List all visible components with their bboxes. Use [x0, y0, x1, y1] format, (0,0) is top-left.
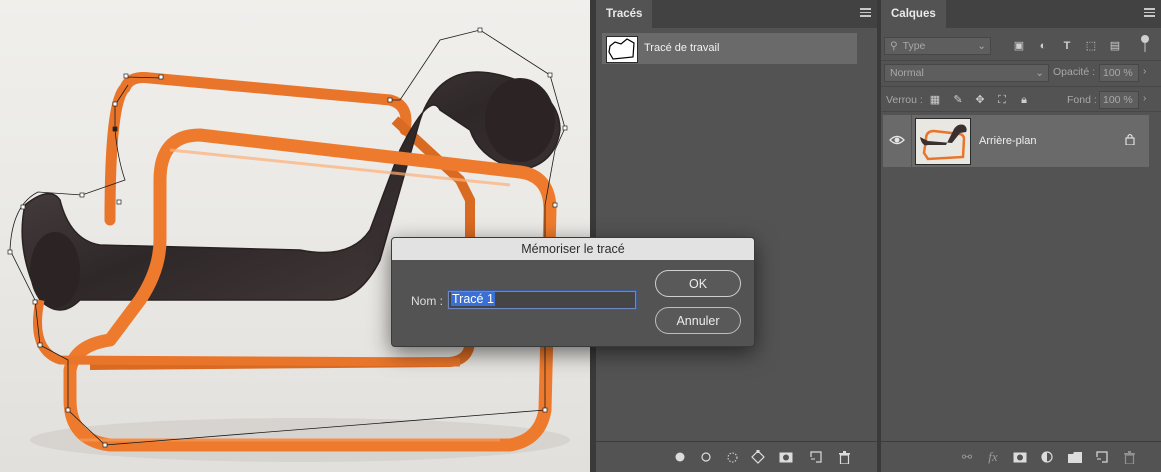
filter-type-layer-icon[interactable]: T — [1061, 40, 1073, 52]
lock-all-icon[interactable]: 🔒︎ — [1018, 94, 1030, 106]
link-icon[interactable]: ⚯ — [959, 449, 975, 465]
chair-image — [7, 27, 570, 462]
name-label: Nom : — [411, 294, 444, 308]
chevron-down-icon: ⌄ — [977, 40, 986, 52]
path-thumbnail — [606, 36, 638, 63]
lock-position-icon[interactable]: ✥ — [974, 94, 986, 106]
add-mask-icon[interactable] — [778, 449, 794, 465]
adjustment-icon[interactable] — [1039, 449, 1055, 465]
lock-image-pixels-icon[interactable]: ✎ — [952, 94, 964, 106]
filter-type-label: Type — [902, 40, 926, 52]
visibility-eye-icon[interactable] — [889, 134, 905, 146]
document-canvas[interactable] — [0, 0, 590, 472]
opacity-chevron-icon[interactable]: › — [1143, 66, 1146, 77]
layer-lock-icon — [1125, 133, 1135, 148]
save-path-dialog: Mémoriser le tracé Nom : Tracé 1 OK Annu… — [391, 237, 755, 347]
filter-shape-icon[interactable]: ⬚ — [1085, 40, 1097, 52]
paths-panel-menu-icon[interactable] — [860, 8, 871, 19]
filter-toggle-icon[interactable] — [1141, 35, 1149, 43]
fill-value: 100 % — [1103, 94, 1133, 106]
opacity-label: Opacité : — [1053, 66, 1096, 78]
filter-adjustment-icon[interactable]: ◐ — [1037, 40, 1049, 52]
mask-icon[interactable] — [1012, 449, 1028, 465]
fx-icon[interactable]: fx — [985, 449, 1001, 465]
dialog-title: Mémoriser le tracé — [392, 238, 754, 260]
group-folder-icon[interactable] — [1067, 449, 1083, 465]
lock-label: Verrou : — [886, 94, 923, 106]
delete-path-icon[interactable] — [836, 449, 852, 465]
fill-path-icon[interactable] — [672, 449, 688, 465]
paths-bottom-bar — [596, 441, 877, 472]
blend-mode-label: Normal — [890, 67, 924, 79]
lock-artboard-icon[interactable]: ⛶ — [996, 94, 1008, 106]
load-selection-icon[interactable] — [724, 449, 740, 465]
cancel-button[interactable]: Annuler — [655, 307, 741, 334]
opacity-field[interactable]: 100 % — [1099, 64, 1139, 82]
path-name-input[interactable]: Tracé 1 — [448, 291, 636, 309]
blend-mode-select[interactable]: Normal ⌄ — [884, 64, 1049, 82]
new-layer-icon[interactable] — [1094, 449, 1110, 465]
layers-tab-bar: Calques — [881, 0, 1161, 28]
path-name-value: Tracé 1 — [451, 292, 495, 306]
make-work-path-icon[interactable] — [750, 449, 766, 465]
filter-type-select[interactable]: ⚲ Type ⌄ — [884, 37, 991, 55]
tab-paths[interactable]: Tracés — [596, 0, 653, 28]
paths-panel: Tracés Tracé de travail — [596, 0, 877, 472]
layers-panel: Calques ⚲ Type ⌄ ▣ ◐ T ⬚ ▤ Normal ⌄ Opac… — [881, 0, 1161, 472]
layer-thumbnail — [915, 118, 971, 165]
trash-icon[interactable] — [1121, 449, 1137, 465]
tab-layers[interactable]: Calques — [881, 0, 946, 28]
layers-bottom-bar: ⚯ fx — [881, 441, 1161, 472]
fill-field[interactable]: 100 % — [1099, 91, 1139, 109]
lock-transparent-pixels-icon[interactable]: ▦ — [929, 94, 941, 106]
layers-panel-menu-icon[interactable] — [1144, 8, 1155, 19]
path-item-work-path[interactable]: Tracé de travail — [602, 33, 857, 64]
filter-pixel-icon[interactable]: ▣ — [1013, 40, 1025, 52]
filter-toggle-track — [1144, 43, 1146, 52]
ok-button[interactable]: OK — [655, 270, 741, 297]
stroke-path-icon[interactable] — [698, 449, 714, 465]
opacity-value: 100 % — [1103, 67, 1133, 79]
layer-item-background[interactable]: Arrière-plan — [883, 115, 1149, 167]
path-item-label: Tracé de travail — [644, 42, 720, 54]
chevron-down-icon: ⌄ — [1035, 67, 1044, 79]
fill-label: Fond : — [1067, 94, 1097, 106]
search-icon: ⚲ — [890, 40, 898, 52]
layer-name: Arrière-plan — [979, 135, 1037, 147]
paths-tab-bar: Tracés — [596, 0, 877, 28]
filter-smart-object-icon[interactable]: ▤ — [1109, 40, 1121, 52]
fill-chevron-icon[interactable]: › — [1143, 93, 1146, 104]
new-path-icon[interactable] — [808, 449, 824, 465]
